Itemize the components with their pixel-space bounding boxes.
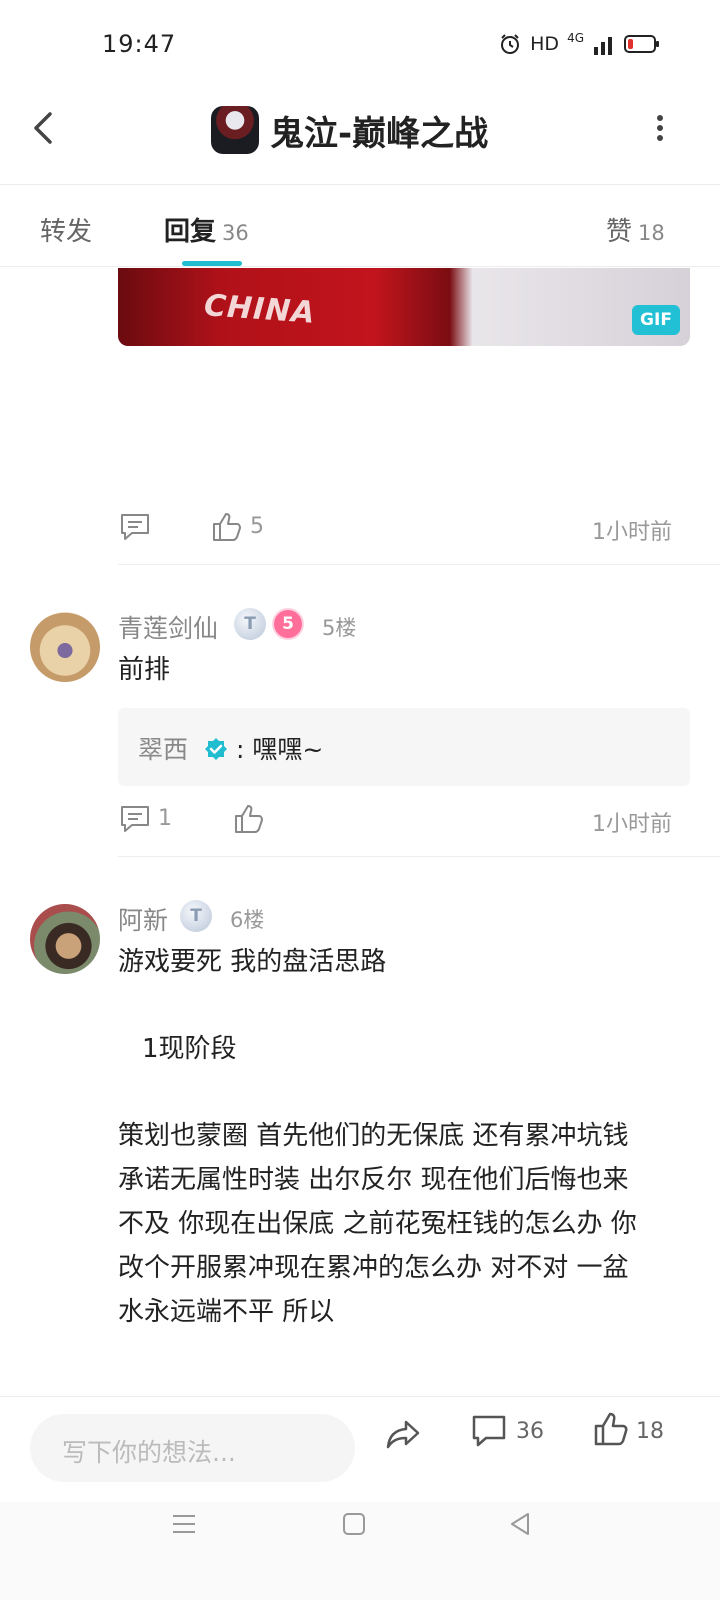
app-icon	[211, 106, 259, 154]
more-options-icon[interactable]	[650, 112, 670, 148]
battery-icon	[624, 35, 659, 53]
alarm-icon	[501, 34, 520, 54]
gif-badge: GIF	[632, 305, 680, 335]
post-time: 1小时前	[592, 520, 672, 545]
tab-reply-count: 36	[222, 221, 249, 245]
share-icon[interactable]	[384, 1414, 422, 1452]
comment-icon[interactable]	[118, 510, 152, 544]
avatar[interactable]	[30, 612, 100, 682]
signal-bars-icon	[594, 37, 612, 55]
back-button[interactable]	[26, 108, 62, 148]
divider	[118, 856, 720, 857]
divider	[118, 564, 720, 565]
comment-text-line: 游戏要死 我的盘活思路	[118, 947, 387, 977]
comment-text-line: 1现阶段	[142, 1034, 237, 1064]
comment-username[interactable]: 阿新	[118, 901, 168, 937]
tab-likes-label: 赞	[606, 217, 633, 247]
comment-text-line: 水永远端不平 所以	[118, 1297, 335, 1327]
comment-count: 1	[158, 806, 172, 831]
like-icon[interactable]	[232, 802, 266, 836]
floor-number: 6楼	[230, 908, 265, 932]
comment-icon[interactable]	[470, 1412, 508, 1450]
comment-total-count: 36	[516, 1419, 544, 1444]
verified-icon	[205, 738, 227, 760]
comment-text-line: 承诺无属性时装 出尔反尔 现在他们后悔也来	[118, 1165, 629, 1195]
home-icon[interactable]	[340, 1510, 368, 1538]
tab-reply-label: 回复	[164, 217, 217, 247]
reply-text: : 嘿嘿~	[236, 735, 324, 764]
hd-label: HD	[530, 33, 560, 55]
comment-text-line: 不及 你现在出保底 之前花冤枉钱的怎么办 你	[118, 1209, 637, 1239]
reply-username[interactable]: 翠西	[138, 730, 188, 766]
like-icon[interactable]	[210, 510, 244, 544]
comment-text: 前排	[118, 655, 171, 685]
tab-repost-label: 转发	[40, 217, 93, 247]
signal-icon: 4G	[567, 31, 584, 45]
tab-indicator	[182, 261, 242, 266]
status-icons: HD 4G	[498, 31, 660, 56]
menu-icon[interactable]	[170, 1510, 198, 1538]
rank-badge: 5	[272, 608, 304, 640]
tab-reply[interactable]: 回复 36	[164, 211, 249, 248]
comment-username[interactable]: 青莲剑仙	[118, 609, 218, 645]
status-time: 19:47	[102, 30, 177, 58]
comment-icon[interactable]	[118, 802, 152, 836]
avatar[interactable]	[30, 904, 100, 974]
nav-back-icon[interactable]	[506, 1510, 534, 1538]
post-time: 1小时前	[592, 812, 672, 837]
level-badge: T	[180, 900, 212, 932]
page-title: 鬼泣-巅峰之战	[270, 114, 489, 154]
comment-text-line: 策划也蒙圈 首先他们的无保底 还有累冲坑钱	[118, 1121, 629, 1151]
comment-input-placeholder: 写下你的想法...	[62, 1438, 236, 1467]
like-icon[interactable]	[592, 1410, 630, 1448]
tab-likes-count: 18	[638, 221, 665, 245]
floor-number: 5楼	[322, 616, 357, 640]
comment-text-line: 改个开服累冲现在累冲的怎么办 对不对 一盆	[118, 1253, 629, 1283]
tab-repost[interactable]: 转发	[40, 211, 92, 248]
like-count: 5	[250, 514, 264, 539]
level-badge: T	[234, 608, 266, 640]
tab-likes[interactable]: 赞 18	[606, 211, 665, 248]
like-total-count: 18	[636, 1419, 664, 1444]
